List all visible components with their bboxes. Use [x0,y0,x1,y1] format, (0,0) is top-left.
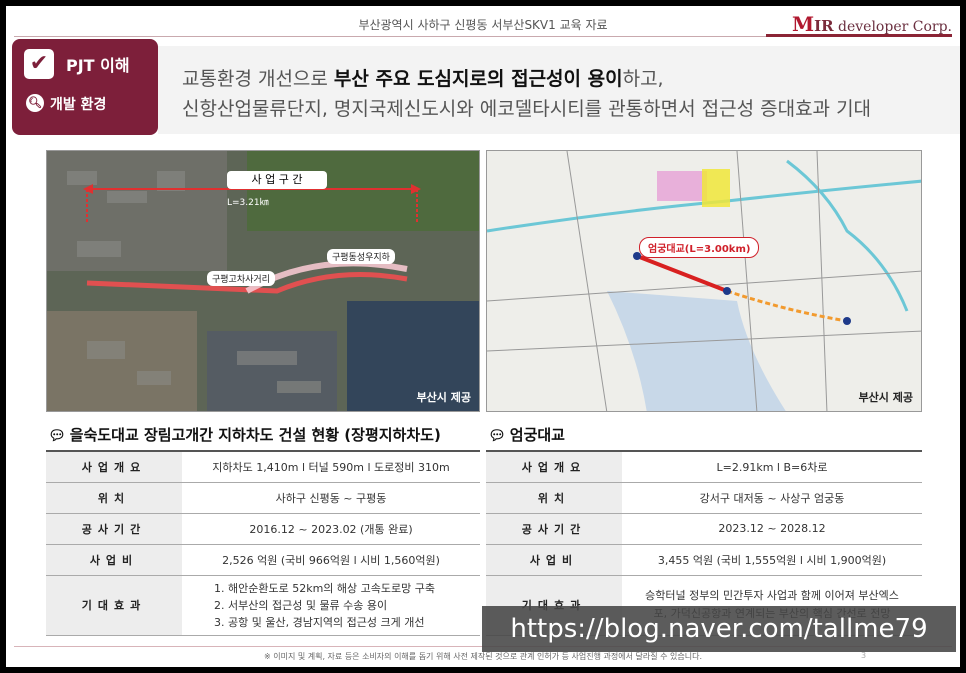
row-value: L=2.91km l B=6차로 [622,450,922,483]
slide-page: 부산광역시 사하구 신평동 서부산SKV1 교육 자료 MIR develope… [6,6,960,667]
table-row: 위치 사하구 신평동 ~ 구평동 [46,482,480,514]
table-row: 기대효과 1. 해안순환도로 52km의 해상 고속도로망 구축 2. 서부산의… [46,575,480,636]
section-badge: ✔ PJT 이해 🔍︎ 개발 환경 [12,39,158,135]
map-label-a: 구평동성우지하 [327,249,395,264]
row-value: 3,455 억원 (국비 1,555억원 l 시비 1,900억원) [622,544,922,576]
row-value: 2,526 억원 (국비 966억원 l 시비 1,560억원) [182,544,480,576]
headline-line-1: 교통환경 개선으로 부산 주요 도심지로의 접근성이 용이하고, [182,64,664,91]
page-number: 3 [861,651,867,660]
right-table-title-text: 엄궁대교 [509,426,565,444]
left-info-table: 사업개요 지하차도 1,410m l 터널 590m l 도로정비 310m 위치… [46,450,480,636]
effect-item: 3. 공항 및 울산, 경남지역의 접근성 크게 개선 [214,615,425,629]
checkmark-icon: ✔ [24,49,54,79]
left-table-title: 💬︎ 을숙도대교 장림고개간 지하차도 건설 현황 (장평지하차도) [48,424,441,445]
env-label: 개발 환경 [50,97,107,113]
row-label: 사업개요 [486,450,622,483]
row-value: 2016.12 ~ 2023.02 (개통 완료) [182,513,480,545]
table-row: 사업비 2,526 억원 (국비 966억원 l 시비 1,560억원) [46,544,480,576]
row-label: 기대효과 [46,575,182,636]
bridge-label: 엄궁대교(L=3.00km) [639,237,760,258]
speech-bubble-icon: 💬︎ [488,428,506,444]
project-section-label: 사 업 구 간 [227,171,327,189]
logo-rest: developer Corp. [833,19,952,35]
headline-box: 교통환경 개선으로 부산 주요 도심지로의 접근성이 용이하고, 신항산업물류단… [158,46,960,134]
effect-item: 1. 해안순환도로 52km의 해상 고속도로망 구축 [214,581,435,595]
map-label-b: 구평고차사거리 [207,271,275,286]
table-row: 사업개요 지하차도 1,410m l 터널 590m l 도로정비 310m [46,450,480,483]
logo-initial: M [791,12,815,36]
headline-suffix: 하고, [622,68,664,90]
table-row: 사업비 3,455 억원 (국비 1,555억원 l 시비 1,900억원) [486,544,922,576]
row-value: 2023.12 ~ 2028.12 [622,513,922,545]
table-row: 공사기간 2016.12 ~ 2023.02 (개통 완료) [46,513,480,545]
row-label: 공사기간 [486,513,622,545]
headline-prefix: 교통환경 개선으로 [182,68,334,90]
map-credit-left: 부산시 제공 [416,391,471,404]
row-value: 사하구 신평동 ~ 구평동 [182,482,480,514]
footnote: ※ 이미지 및 계획, 자료 등은 소비자의 이해를 돕기 위해 사전 제작된 … [263,652,702,661]
right-table-title: 💬︎ 엄궁대교 [488,424,565,445]
table-row: 위치 강서구 대저동 ~ 사상구 엄궁동 [486,482,922,514]
headline-bold: 부산 주요 도심지로의 접근성이 용이 [333,68,623,90]
row-label: 위치 [486,482,622,514]
project-length-label: L=3.21㎞ [227,198,269,208]
row-label: 사업비 [486,544,622,576]
logo-mid: IR [814,17,834,35]
table-row: 사업개요 L=2.91km l B=6차로 [486,450,922,483]
row-label: 사업개요 [46,450,182,483]
row-label: 위치 [46,482,182,514]
blog-watermark: https://blog.naver.com/tallme79 [482,606,956,652]
speech-bubble-icon: 💬︎ [48,428,66,444]
map-credit-right: 부산시 제공 [858,391,913,404]
magnifier-icon: 🔍︎ [26,94,44,112]
effects-list: 1. 해안순환도로 52km의 해상 고속도로망 구축 2. 서부산의 접근성 … [182,575,480,636]
pjt-label: PJT 이해 [66,56,130,75]
route-map-graphic [487,151,921,411]
effect-item: 2. 서부산의 접근성 및 물류 수송 용이 [214,598,388,612]
table-row: 공사기간 2023.12 ~ 2028.12 [486,513,922,545]
route-map: 엄궁대교(L=3.00km) 부산시 제공 [486,150,922,412]
row-label: 사업비 [46,544,182,576]
company-logo: MIR developer Corp. [792,12,952,36]
row-value: 강서구 대저동 ~ 사상구 엄궁동 [622,482,922,514]
row-label: 공사기간 [46,513,182,545]
left-table-title-text: 을숙도대교 장림고개간 지하차도 건설 현황 (장평지하차도) [69,426,441,444]
row-value: 지하차도 1,410m l 터널 590m l 도로정비 310m [182,450,480,483]
header-accent-bar [766,34,952,37]
headline-line-2: 신항산업물류단지, 명지국제신도시와 에코델타시티를 관통하면서 접근성 증대효… [182,98,872,120]
aerial-map: 사 업 구 간 L=3.21㎞ 구평동성우지하 구평고차사거리 부산시 제공 [46,150,480,412]
